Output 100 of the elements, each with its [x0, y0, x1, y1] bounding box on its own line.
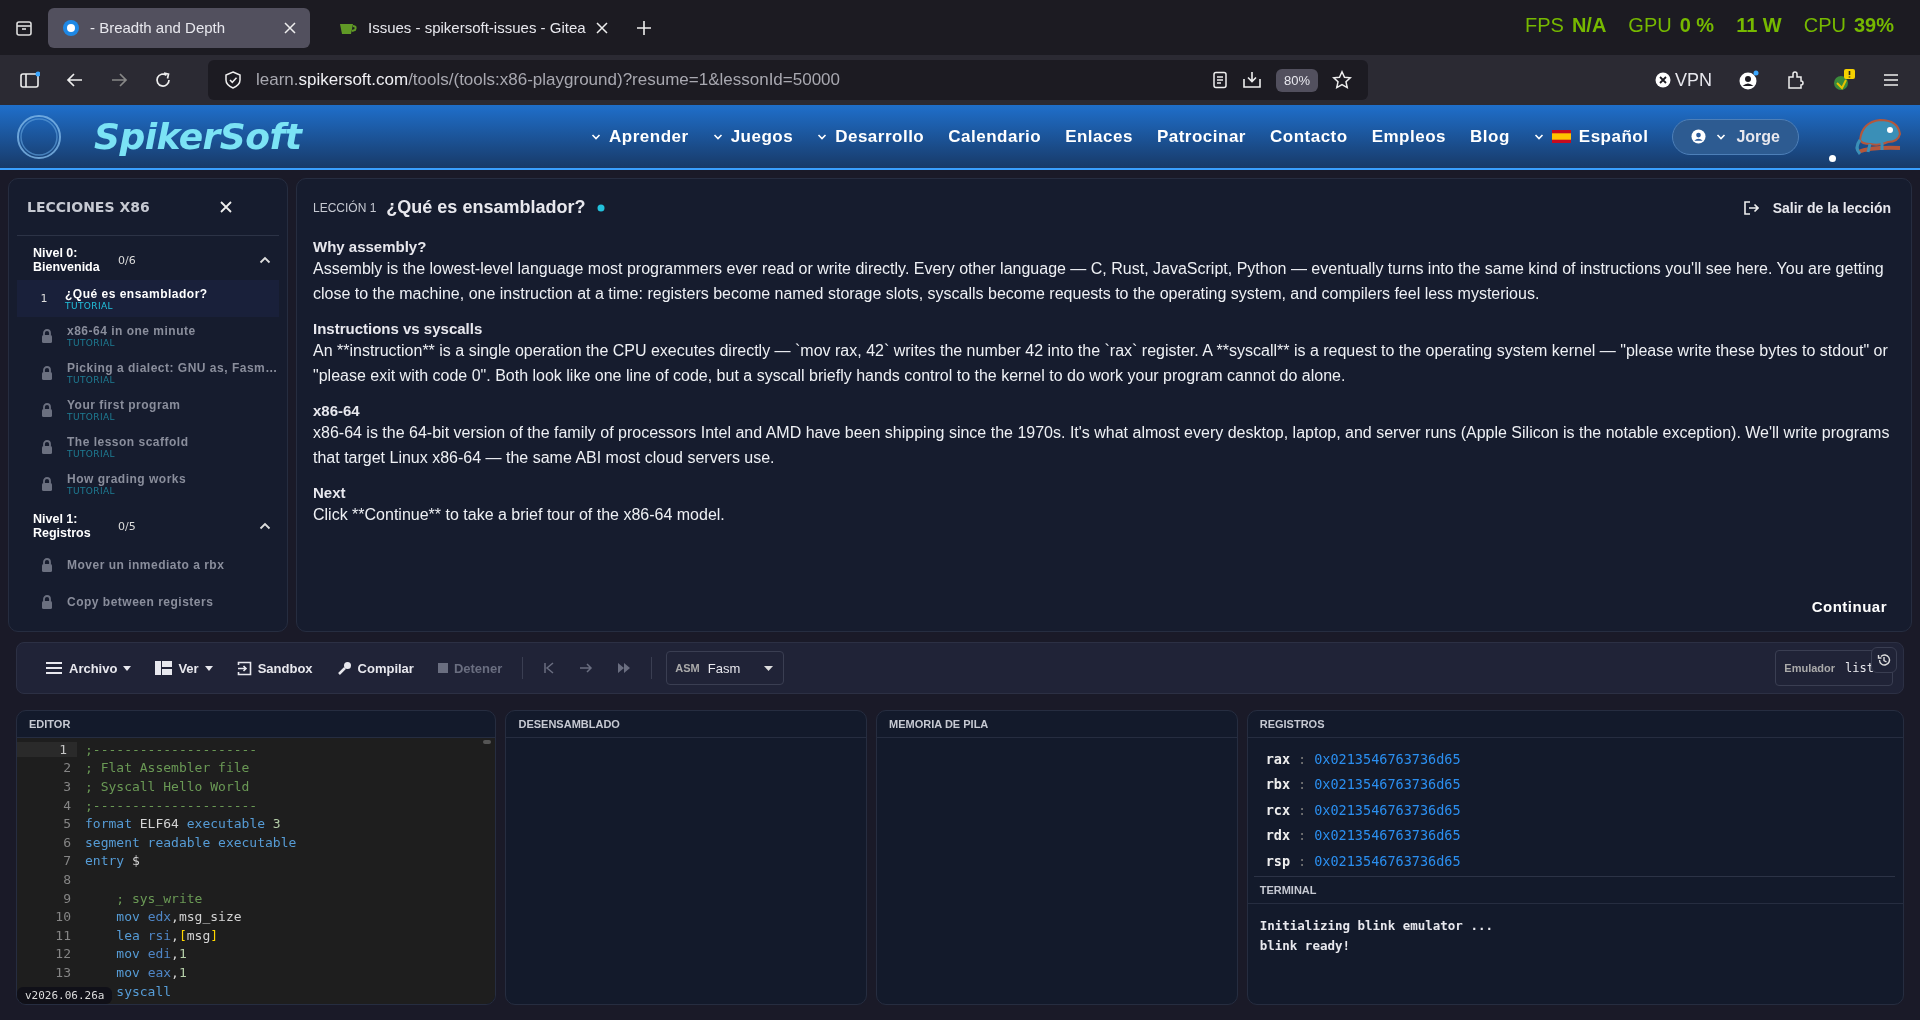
terminal-line: blink ready!	[1259, 936, 1351, 955]
overlay-value: 39%	[1853, 14, 1894, 37]
lesson-title: The lesson scaffold	[67, 434, 189, 449]
lesson-title: Picking a dialect: GNU as, Fasm…	[67, 360, 278, 375]
nav-link[interactable]: Aprender	[591, 126, 689, 147]
language-menu[interactable]: Español	[1533, 126, 1649, 147]
line-number: 9	[63, 890, 71, 906]
register-separator: :	[1298, 801, 1307, 818]
fast-forward-icon	[617, 662, 632, 674]
register-separator: :	[1298, 750, 1307, 767]
register-value: 0x0213546763736d65	[1314, 801, 1461, 818]
lesson-item[interactable]: Mover un inmediato a rbx	[17, 546, 279, 583]
extension-warning-icon[interactable]	[1832, 68, 1856, 92]
nav-link[interactable]: Juegos	[712, 126, 794, 147]
lesson-item[interactable]: Copy between registers	[17, 583, 279, 620]
history-icon	[1877, 653, 1891, 667]
exit-lesson-button[interactable]: Salir de la lección	[1742, 199, 1891, 216]
section-heading: x86-64	[313, 402, 361, 419]
nav-link[interactable]: Contacto	[1270, 126, 1348, 147]
menu-icon[interactable]	[1882, 72, 1900, 88]
lesson-item[interactable]: The lesson scaffold TUTORIAL	[17, 428, 279, 465]
level-progress: 0/5	[118, 519, 137, 533]
forward-icon[interactable]	[110, 71, 128, 89]
download-icon[interactable]	[1241, 71, 1262, 89]
level-header[interactable]: Nivel 1: Registros 0/5	[17, 502, 279, 546]
section-heading: Next	[313, 484, 347, 501]
level-header[interactable]: Nivel 0: Bienvenida 0/6	[17, 236, 279, 280]
continue-button[interactable]: Continuar	[1807, 598, 1891, 615]
assembler-select[interactable]: ASM Fasm	[666, 651, 785, 685]
lock-icon	[41, 365, 53, 380]
reload-icon[interactable]	[154, 71, 172, 89]
lesson-title: Mover un inmediato a rbx	[67, 557, 225, 572]
skip-back-icon	[543, 662, 556, 674]
nav-link[interactable]: Patrocinar	[1156, 126, 1246, 147]
lesson-item[interactable]: 1 ¿Qué es ensamblador? TUTORIAL	[17, 280, 279, 317]
code-line: segment readable executable	[84, 834, 297, 850]
panel-title: REGISTROS	[1259, 718, 1325, 730]
section-text: x86-64 is the 64-bit version of the family of processors Intel and AMD have been shipping since the 1970s. It's what almost every desktop, laptop, and server runs (Apple Silicon is the notable exception). We'll write programs that target Linux x86-64 — the same ABI most cloud servers use.	[313, 423, 1891, 468]
section-text: An **instruction** is a single operation the CPU executes directly — `mov rax, 42` writes the number 42 into the `rax` register. A **syscall** is a request to the operating system kernel — "please write these bytes to stdout" or "please exit with code 0". Both look like one line of code, but a syscall briefly hands control to the kernel to do work your program cannot do alone.	[313, 341, 1889, 386]
site-logo[interactable]: SpikerSoft	[94, 116, 302, 157]
nav-link[interactable]: Enlaces	[1065, 126, 1133, 147]
menu-icon	[45, 661, 63, 675]
nav-link[interactable]: Blog	[1470, 126, 1510, 147]
register-separator: :	[1298, 852, 1307, 869]
sidebar-title: LECCIONES X86	[27, 199, 150, 215]
toolbar-button[interactable]: Archivo	[35, 654, 142, 682]
zoom-level[interactable]: 80%	[1275, 68, 1318, 92]
line-number: 6	[63, 834, 71, 850]
lesson-item[interactable]: Your first program TUTORIAL	[17, 391, 279, 428]
lesson-item[interactable]: How grading works TUTORIAL	[17, 465, 279, 502]
register-name: rsp	[1265, 852, 1291, 869]
puzzle-icon[interactable]	[1786, 70, 1806, 90]
code-line: ; sys_write	[115, 890, 203, 906]
star-icon[interactable]	[1332, 70, 1352, 90]
lesson-item[interactable]: Picking a dialect: GNU as, Fasm… TUTORIAL	[17, 354, 279, 391]
account-icon[interactable]	[1738, 70, 1760, 90]
history-button[interactable]	[1871, 647, 1897, 673]
toolbar-button[interactable]: Sandbox	[226, 654, 323, 682]
status-dot-icon	[597, 203, 606, 212]
lesson-title: ¿Qué es ensamblador?	[65, 286, 208, 301]
close-icon[interactable]	[595, 21, 608, 34]
code-line: format ELF64 executable 3	[84, 816, 281, 832]
lesson-tag: TUTORIAL	[65, 300, 208, 311]
level-progress: 0/6	[118, 253, 137, 267]
user-menu-button[interactable]: Jorge	[1672, 118, 1799, 155]
vpn-button[interactable]: VPN	[1655, 69, 1712, 91]
overlay-value: 11 W	[1736, 14, 1782, 37]
line-number: 1	[59, 741, 67, 757]
line-number: 2	[63, 760, 71, 776]
nav-link[interactable]: Desarrollo	[817, 126, 925, 147]
nav-link[interactable]: Calendario	[948, 126, 1042, 147]
lesson-title: x86-64 in one minute	[67, 323, 196, 338]
register-value: 0x0213546763736d65	[1314, 852, 1461, 869]
browser-tab[interactable]: - Breadth and Depth	[48, 7, 310, 48]
lock-icon	[41, 402, 53, 417]
status-label: Emulador	[1784, 662, 1836, 674]
register-value: 0x0213546763736d65	[1314, 827, 1461, 844]
line-number: 8	[63, 871, 71, 887]
lesson-item[interactable]: x86-64 in one minute TUTORIAL	[17, 317, 279, 354]
nav-link[interactable]: Empleos	[1371, 126, 1446, 147]
register-name: rdx	[1265, 827, 1291, 844]
toolbar-button[interactable]: Compilar	[326, 654, 424, 682]
section-text: Click **Continue** to take a brief tour of the x86-64 model.	[313, 505, 726, 525]
level-name: Nivel 1: Registros	[33, 512, 92, 540]
new-tab-icon[interactable]	[635, 19, 652, 36]
line-number: 13	[55, 964, 71, 980]
back-icon[interactable]	[66, 71, 84, 89]
close-icon[interactable]	[284, 21, 296, 34]
url-text: learn.spikersoft.com/tools/(tools:x86-playground)?resume=1&lessonId=50000	[256, 70, 840, 90]
section-text: Assembly is the lowest-level language most programmers ever read or write directly. Every other language — C, Rust, JavaScript, Python — eventually turns into the same kind of instructions you'll see here. You are getting close to the machine, one instruction at a time: registers become named storage slots, syscalls become requests to the operating system, and compilers feel less mysterious.	[313, 259, 1885, 304]
toolbar-button[interactable]: Ver	[145, 654, 223, 682]
line-number: 12	[55, 946, 71, 962]
browser-tab[interactable]: Issues - spikersoft-issues - Gitea	[324, 7, 622, 48]
lesson-title: ¿Qué es ensamblador?	[386, 197, 586, 218]
reader-view-icon[interactable]	[1211, 71, 1228, 89]
address-field[interactable]: learn.spikersoft.com/tools/(tools:x86-playground)?resume=1&lessonId=50000 80%	[208, 60, 1368, 100]
sidebar-icon[interactable]	[20, 71, 40, 89]
close-icon[interactable]	[219, 200, 233, 214]
register-value: 0x0213546763736d65	[1314, 776, 1461, 793]
lock-icon	[41, 594, 53, 609]
